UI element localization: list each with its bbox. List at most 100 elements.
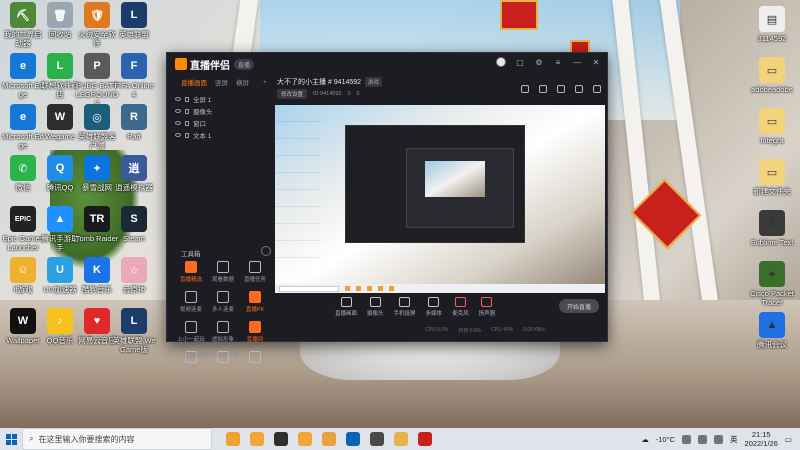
taskbar-app-icon[interactable]	[226, 432, 240, 446]
edit-room-button[interactable]: 修改设置	[277, 89, 308, 99]
source-row[interactable]: 文本 1	[173, 129, 273, 141]
toolbox-item[interactable]: 直播精选	[175, 261, 207, 283]
taskbar-search[interactable]: ⌕ 在这里输入你要搜索的内容	[22, 428, 212, 450]
source-row[interactable]: 摄像头	[173, 105, 273, 117]
scene-tab[interactable]: 横屏	[236, 77, 249, 87]
toolbox-item[interactable]	[239, 351, 271, 373]
desktop-icon[interactable]: ☆ 云原神	[112, 257, 156, 294]
close-icon[interactable]: ✕	[591, 57, 601, 67]
share-icon[interactable]	[593, 85, 601, 93]
scene-tab[interactable]: 竖屏	[215, 77, 228, 87]
tool-icon	[249, 351, 261, 363]
lock-icon[interactable]	[185, 120, 189, 126]
live-companion-window[interactable]: 直播伴侣 直播 ▢ ⚙ ≡ — ✕ 直播画面 竖屏 横屏 + 全屏 1 摄像头 窗口 文本 …	[166, 52, 608, 373]
source-control-button[interactable]: 扬声器	[479, 297, 495, 317]
tool-icon	[217, 321, 229, 333]
live-preview[interactable]	[275, 105, 605, 293]
taskbar-app-icon[interactable]	[250, 432, 264, 446]
control-label: 多媒体	[425, 311, 443, 317]
desktop-icon[interactable]: S Steam	[112, 206, 156, 243]
app-icon: ✆	[10, 155, 36, 181]
taskbar-app-icon[interactable]	[298, 432, 312, 446]
taskbar-app-icon[interactable]	[394, 432, 408, 446]
tool-icon	[185, 321, 197, 333]
menu-icon[interactable]: ≡	[553, 57, 563, 67]
desktop-icon[interactable]: R Raft	[112, 104, 156, 141]
desktop-icon[interactable]: ✦ Cisco Packet Tracer	[750, 261, 794, 307]
desktop-icon[interactable]: 逍逍遥模拟器	[112, 155, 156, 192]
status-stats: CPU 0.0% 内存 0.0% CPU 40% 0.00 KB/s	[425, 327, 545, 334]
desktop-icon[interactable]: L 英雄联盟 WeGame版	[112, 308, 156, 354]
desktop-icon[interactable]: F FIFA Online 4	[112, 53, 156, 99]
toolbox-item[interactable]: 视频连麦	[175, 291, 207, 313]
app-icon: ☆	[121, 257, 147, 283]
title-bar[interactable]: 直播伴侣 直播 ▢ ⚙ ≡ — ✕	[167, 53, 607, 75]
taskbar-app-icon[interactable]	[418, 432, 432, 446]
gift-icon[interactable]	[539, 85, 547, 93]
add-scene-icon[interactable]: +	[263, 79, 267, 86]
tool-label: 直播任务	[243, 277, 266, 283]
lock-icon[interactable]	[185, 96, 189, 102]
app-icon: S	[759, 210, 785, 236]
scene-tab[interactable]: 直播画面	[181, 77, 207, 87]
layout-icon[interactable]	[557, 85, 565, 93]
desktop-icon[interactable]: ▲ 腾讯会议	[750, 312, 794, 349]
source-control-button[interactable]: 麦克风	[452, 297, 469, 317]
toolbox-item[interactable]: 多人连麦	[207, 291, 239, 313]
taskbar-app-icon[interactable]	[346, 432, 360, 446]
tool-icon	[249, 261, 261, 273]
lock-icon[interactable]	[185, 132, 189, 138]
clock[interactable]: 21:15 2022/1/26	[745, 430, 778, 448]
toolbox-more-button[interactable]	[261, 246, 271, 256]
user-avatar[interactable]	[496, 57, 506, 67]
store-icon[interactable]	[521, 85, 529, 93]
control-icon	[340, 297, 352, 307]
volume-icon[interactable]	[714, 434, 724, 444]
room-name: 大不了的小主播 # 9414592	[277, 79, 362, 86]
toolbox-item[interactable]: 上小一起玩	[175, 321, 207, 343]
desktop-icon[interactable]: ▤ 3114592	[750, 6, 794, 43]
lock-icon[interactable]	[185, 108, 189, 114]
source-control-button[interactable]: 摄像头	[367, 297, 384, 317]
desktop-icon[interactable]: ▭ 新建文件夹	[750, 159, 794, 196]
weather-temp[interactable]: -10°C	[656, 435, 675, 444]
source-row[interactable]: 窗口	[173, 117, 273, 129]
room-category-tag[interactable]: 游戏	[365, 77, 383, 87]
settings-icon[interactable]: ⚙	[534, 57, 544, 67]
control-icon	[481, 297, 493, 307]
bell-icon[interactable]	[575, 85, 583, 93]
desktop-icon[interactable]: S Sublime Text	[750, 210, 794, 247]
desktop-icon-label: Cisco Packet Tracer	[750, 289, 794, 307]
toolbox-item[interactable]: 直播PK	[239, 291, 271, 313]
toolbox-item[interactable]: 直播任务	[239, 261, 271, 283]
notification-icon[interactable]: ▭	[785, 435, 792, 444]
taskbar-app-icon[interactable]	[322, 432, 336, 446]
taskbar-app-icon[interactable]	[274, 432, 288, 446]
start-button[interactable]	[0, 428, 22, 450]
eye-icon[interactable]	[175, 133, 181, 137]
source-row[interactable]: 全屏 1	[173, 93, 273, 105]
source-control-button[interactable]: 多媒体	[425, 297, 443, 317]
start-live-button[interactable]: 开始直播	[559, 299, 599, 313]
toolbox-item[interactable]: 直播间	[239, 321, 271, 343]
desktop-icon[interactable]: ▭ Integra	[750, 108, 794, 145]
source-control-button[interactable]: 直播画面	[335, 297, 357, 317]
toolbox-item[interactable]: 虚拟形象	[207, 321, 239, 343]
minimize-icon[interactable]: —	[572, 57, 582, 67]
source-list: 全屏 1 摄像头 窗口 文本 1	[173, 93, 273, 141]
tray-icon[interactable]	[682, 434, 692, 444]
eye-icon[interactable]	[175, 109, 181, 113]
weather-icon[interactable]: ☁	[641, 435, 649, 444]
app-name: 直播伴侣	[190, 60, 230, 72]
network-icon[interactable]	[698, 434, 708, 444]
source-control-button[interactable]: 手机投屏	[394, 297, 416, 317]
eye-icon[interactable]	[175, 97, 181, 101]
eye-icon[interactable]	[175, 121, 181, 125]
toolbox-item[interactable]: 观看数据	[207, 261, 239, 283]
taskbar-app-icon[interactable]	[370, 432, 384, 446]
desktop-icon[interactable]: L 英雄联盟	[112, 2, 156, 39]
app-icon: ✦	[84, 155, 110, 181]
message-icon[interactable]: ▢	[515, 57, 525, 67]
desktop-icon[interactable]: ▭ adobeadobe	[750, 57, 794, 94]
ime-indicator[interactable]: 英	[730, 434, 738, 445]
